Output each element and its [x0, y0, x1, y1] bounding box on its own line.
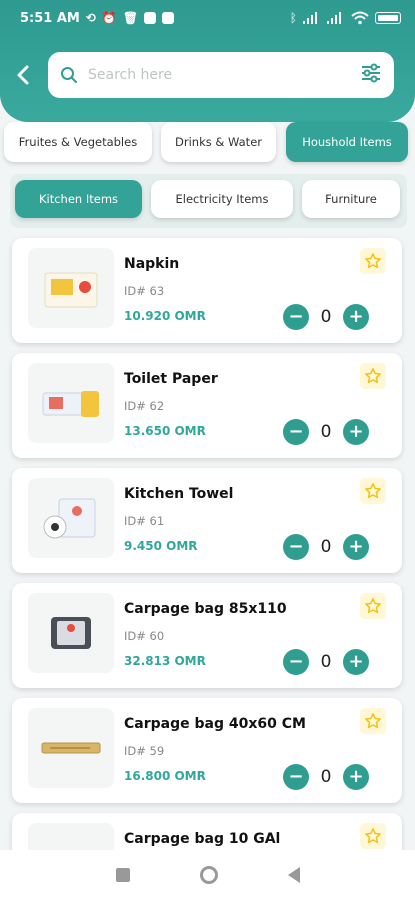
product-name: Kitchen Towel [124, 486, 234, 502]
back-button[interactable] [8, 60, 38, 90]
chevron-left-icon [17, 65, 29, 85]
signal-icon-2 [327, 12, 341, 24]
increase-button[interactable]: + [342, 419, 369, 445]
product-image [28, 708, 114, 788]
star-icon [365, 253, 381, 269]
quantity-value: 0 [320, 652, 332, 672]
quantity-stepper: − 0 + [283, 534, 369, 560]
product-id: ID# 61 [124, 514, 165, 528]
favorite-button[interactable] [360, 478, 386, 504]
quantity-stepper: − 0 + [283, 649, 369, 675]
favorite-button[interactable] [360, 593, 386, 619]
sync-icon: ⟲ [85, 11, 96, 25]
star-icon [365, 598, 381, 614]
quantity-value: 0 [320, 767, 332, 787]
bluetooth-icon: ᛒ [289, 11, 297, 25]
product-name: Carpage bag 40x60 CM [124, 716, 306, 732]
favorite-button[interactable] [360, 708, 386, 734]
favorite-button[interactable] [360, 363, 386, 389]
increase-button[interactable]: + [342, 534, 369, 560]
tab-fruits-vegetables[interactable]: Fruites & Vegetables [4, 122, 152, 162]
tab-furniture[interactable]: Furniture [302, 180, 400, 218]
product-image [28, 823, 114, 850]
product-id: ID# 62 [124, 399, 165, 413]
decrease-button[interactable]: − [283, 534, 309, 560]
app-v-icon [162, 12, 175, 24]
product-name: Carpage bag 10 GAl [124, 831, 281, 847]
product-price: 32.813 OMR [124, 654, 206, 668]
product-list: Napkin ID# 63 10.920 OMR − 0 + Toilet Pa… [0, 232, 415, 850]
battery-icon [375, 12, 401, 24]
delete-icon: 🗑 [122, 11, 139, 25]
quantity-stepper: − 0 + [283, 419, 369, 445]
product-price: 10.920 OMR [124, 309, 206, 323]
product-card[interactable]: Toilet Paper ID# 62 13.650 OMR − 0 + [12, 353, 402, 458]
tab-kitchen-items[interactable]: Kitchen Items [15, 180, 142, 218]
product-name: Carpage bag 85x110 [124, 601, 287, 617]
subcategory-tabs: Kitchen Items Electricity Items Furnitur… [10, 174, 407, 228]
decrease-button[interactable]: − [283, 419, 309, 445]
product-card[interactable]: Carpage bag 10 GAl [12, 813, 402, 850]
system-back-button[interactable] [287, 867, 300, 883]
star-icon [365, 713, 381, 729]
decrease-button[interactable]: − [283, 764, 309, 790]
quantity-value: 0 [320, 537, 332, 557]
product-card[interactable]: Napkin ID# 63 10.920 OMR − 0 + [12, 238, 402, 343]
star-icon [365, 483, 381, 499]
increase-button[interactable]: + [342, 304, 369, 330]
filter-button[interactable] [360, 62, 382, 88]
product-image [28, 363, 114, 443]
notification-icon [144, 12, 157, 24]
decrease-button[interactable]: − [283, 304, 309, 330]
quantity-value: 0 [320, 422, 332, 442]
wifi-icon [351, 11, 369, 25]
product-image [28, 593, 114, 673]
favorite-button[interactable] [360, 823, 386, 849]
search-input[interactable] [88, 67, 360, 83]
product-id: ID# 63 [124, 284, 165, 298]
category-tabs: Fruites & Vegetables Drinks & Water Hous… [0, 122, 415, 164]
increase-button[interactable]: + [342, 764, 369, 790]
product-card[interactable]: Kitchen Towel ID# 61 9.450 OMR − 0 + [12, 468, 402, 573]
alarm-icon: ⏰ [101, 11, 117, 25]
product-image [28, 478, 114, 558]
product-id: ID# 60 [124, 629, 165, 643]
quantity-stepper: − 0 + [283, 304, 369, 330]
search-icon [61, 67, 77, 83]
status-time: 5:51 AM [20, 10, 80, 26]
product-card[interactable]: Carpage bag 40x60 CM ID# 59 16.800 OMR −… [12, 698, 402, 803]
product-price: 16.800 OMR [124, 769, 206, 783]
product-name: Napkin [124, 256, 180, 272]
star-icon [365, 368, 381, 384]
tab-drinks-water[interactable]: Drinks & Water [161, 122, 276, 162]
product-name: Toilet Paper [124, 371, 218, 387]
increase-button[interactable]: + [342, 649, 369, 675]
star-icon [365, 828, 381, 844]
system-navigation-bar [0, 850, 415, 900]
decrease-button[interactable]: − [283, 649, 309, 675]
product-price: 13.650 OMR [124, 424, 206, 438]
product-id: ID# 59 [124, 744, 165, 758]
product-price: 9.450 OMR [124, 539, 198, 553]
tab-household-items[interactable]: Houshold Items [286, 122, 408, 162]
tab-electricity-items[interactable]: Electricity Items [151, 180, 293, 218]
favorite-button[interactable] [360, 248, 386, 274]
signal-icon [303, 12, 317, 24]
status-bar: 5:51 AM ⟲ ⏰ 🗑 ᛒ [0, 0, 415, 36]
product-card[interactable]: Carpage bag 85x110 ID# 60 32.813 OMR − 0… [12, 583, 402, 688]
quantity-stepper: − 0 + [283, 764, 369, 790]
home-button[interactable] [199, 866, 218, 884]
search-bar [48, 52, 394, 98]
quantity-value: 0 [320, 307, 332, 327]
filter-icon [362, 63, 380, 83]
product-image [28, 248, 114, 328]
recent-apps-button[interactable] [115, 868, 130, 882]
